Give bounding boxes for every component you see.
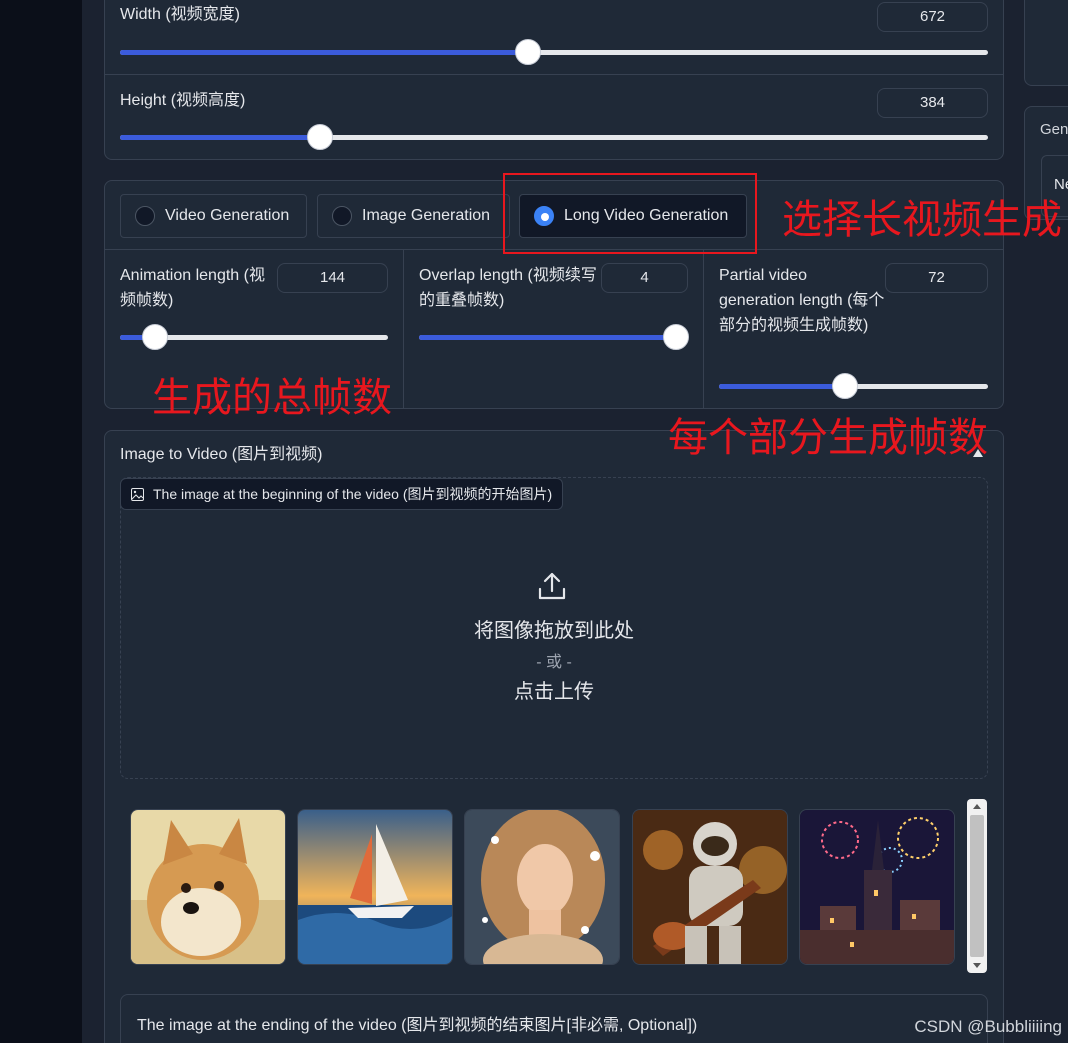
or-text: - 或 - [536, 654, 572, 671]
image-to-video-title: Image to Video (图片到视频) [120, 446, 323, 463]
radio-circle [332, 206, 352, 226]
click-upload-text[interactable]: 点击上传 [454, 675, 654, 704]
radio-image-generation[interactable]: Image Generation [317, 194, 510, 238]
animation-length-label: Animation length (视频帧数) [120, 267, 265, 309]
radio-circle [135, 206, 155, 226]
partial-length-label: Partial video generation length (每个部分的视频… [719, 267, 885, 334]
examples-scrollbar-thumb[interactable] [970, 815, 984, 957]
drop-text: 将图像拖放到此处 [474, 620, 634, 642]
end-image-section[interactable]: The image at the ending of the video (图片… [120, 994, 988, 1043]
column-divider-1 [403, 250, 404, 408]
partial-length-slider-fill [719, 384, 846, 389]
animation-length-slider[interactable] [120, 324, 388, 350]
radio-video-generation[interactable]: Video Generation [120, 194, 307, 238]
width-label: Width (视频宽度) [120, 6, 241, 23]
overlap-length-input[interactable]: 4 [601, 263, 688, 293]
overlap-length-slider[interactable] [419, 324, 689, 350]
scroll-up-icon[interactable] [973, 804, 981, 809]
overlap-length-slider-thumb[interactable] [663, 324, 689, 350]
examples-scrollbar[interactable] [967, 799, 987, 973]
width-slider[interactable] [120, 39, 988, 65]
end-image-label: The image at the ending of the video (图片… [137, 1017, 698, 1034]
upload-icon [538, 572, 566, 600]
width-slider-fill [120, 50, 528, 55]
radio-label: Image Generation [362, 207, 491, 224]
example-sailboat[interactable] [297, 809, 453, 965]
example-astronaut-guitar[interactable] [632, 809, 788, 965]
right-panel-top [1024, 0, 1068, 86]
annotation-part-frames: 每个部分生成帧数 [668, 416, 988, 460]
animation-length-slider-thumb[interactable] [141, 324, 168, 350]
watermark: CSDN @Bubbliiiing [914, 1017, 1062, 1036]
height-input[interactable]: 384 [877, 88, 988, 118]
example-shiba-dog[interactable] [130, 809, 286, 965]
start-image-tag: The image at the beginning of the video … [120, 478, 564, 510]
overlap-length-label: Overlap length (视频续写的重叠帧数) [419, 267, 597, 309]
example-woman-portrait[interactable] [464, 809, 620, 965]
overlap-length-slider-fill [419, 335, 676, 340]
resolution-divider [105, 74, 1003, 75]
height-slider[interactable] [120, 124, 988, 150]
left-margin [0, 0, 82, 1043]
partial-length-slider[interactable] [719, 373, 988, 399]
width-input[interactable]: 672 [877, 2, 988, 32]
radio-label: Video Generation [165, 207, 290, 224]
scroll-down-icon[interactable] [973, 963, 981, 968]
animation-length-input[interactable]: 144 [277, 263, 388, 293]
start-image-tag-label: The image at the beginning of the video … [153, 486, 553, 502]
right-panel-tab-label: Gen [1040, 121, 1068, 138]
annotation-select-long-video: 选择长视频生成 [782, 198, 1062, 242]
height-label: Height (视频高度) [120, 92, 246, 109]
height-slider-fill [120, 135, 320, 140]
long-video-highlight-box [503, 173, 757, 254]
image-icon [131, 488, 144, 501]
annotation-total-frames: 生成的总帧数 [152, 376, 392, 420]
width-slider-thumb[interactable] [514, 39, 541, 65]
column-divider-2 [703, 250, 704, 408]
height-slider-thumb[interactable] [306, 124, 333, 150]
partial-length-input[interactable]: 72 [885, 263, 988, 293]
right-panel-field-text: Ne [1054, 176, 1068, 193]
example-fireworks-castle[interactable] [799, 809, 955, 965]
